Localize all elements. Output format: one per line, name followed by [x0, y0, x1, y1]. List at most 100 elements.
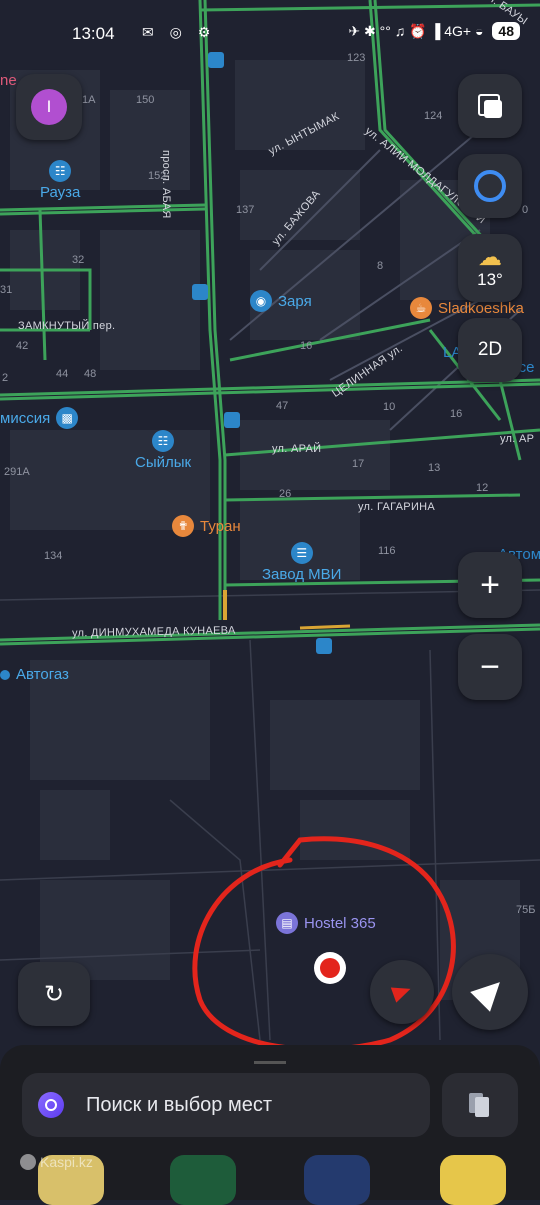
shopping-cart-icon: ☰ — [290, 542, 313, 564]
street-abaya: просп. АБАЯ — [160, 150, 172, 219]
street-zamknuty: ЗАМКНУТЫЙ пер. — [18, 320, 116, 332]
search-bar[interactable]: Поиск и выбор мест — [22, 1073, 430, 1137]
shopping-basket-icon: ☷ — [49, 160, 72, 182]
house-number: 31 — [0, 284, 13, 296]
alice-assistant-button[interactable] — [458, 154, 522, 218]
poi-zarya[interactable]: ◉ Заря — [250, 290, 312, 312]
search-placeholder: Поиск и выбор мест — [86, 1093, 272, 1116]
house-number: 137 — [236, 204, 255, 216]
status-bar: 13:04 ✉ ◎ ⚙ ✈ ✱ °° ♫ ⏰ ▐ 4G+ ◒ 48 — [0, 18, 540, 54]
poi-avtogaz[interactable]: Автогаз — [0, 666, 69, 683]
sheet-handle[interactable] — [254, 1055, 286, 1064]
plus-icon: + — [480, 565, 500, 604]
house-number: 124 — [424, 110, 443, 122]
house-number: 26 — [279, 488, 292, 500]
compass-button[interactable] — [370, 960, 434, 1024]
poi-ne[interactable]: ne — [0, 72, 17, 89]
minus-icon: − — [480, 647, 500, 686]
car-icon: ▩ — [56, 407, 79, 429]
zoom-in-button[interactable]: + — [458, 552, 522, 618]
poi-label: Автогаз — [16, 666, 69, 683]
house-number: 47 — [276, 400, 289, 412]
house-number: 75Б — [516, 904, 536, 916]
house-number: 10 — [383, 401, 396, 413]
bookmark-icon — [469, 1093, 491, 1117]
street-aray-right: ул. АР — [500, 433, 535, 445]
system-icons: ✈ ✱ °° ♫ ⏰ ▐ 4G+ ◒ 48 — [348, 22, 520, 40]
poi-label: Туран — [200, 517, 241, 535]
dock-app-taxi[interactable] — [440, 1155, 506, 1205]
bed-icon: ▤ — [276, 912, 298, 934]
house-number: 42 — [16, 340, 29, 352]
house-number: 0 — [522, 204, 529, 216]
street-aray: ул. АРАЙ — [272, 443, 322, 455]
weather-widget[interactable]: ☁ 13° — [458, 234, 522, 302]
weather-cloud-icon: ☁ — [478, 244, 502, 271]
house-number: 1А — [82, 94, 96, 106]
dock-app-blue[interactable] — [304, 1155, 370, 1205]
watermark-text: Kaspi.kz — [40, 1154, 93, 1170]
weather-temperature: 13° — [477, 270, 503, 289]
bus-stop-icon[interactable] — [316, 638, 332, 654]
kaspi-logo-icon — [20, 1154, 36, 1170]
poi-sylyk[interactable]: ☷ Сыйлык — [135, 430, 191, 471]
house-number: 152 — [148, 170, 167, 182]
avatar: I — [31, 89, 67, 125]
route-button[interactable]: ↻ — [18, 962, 90, 1026]
view-mode-label: 2D — [477, 339, 503, 360]
layers-button[interactable] — [458, 74, 522, 138]
zoom-out-button[interactable]: − — [458, 634, 522, 700]
poi-label: Рауза — [40, 184, 81, 201]
house-number: 48 — [84, 368, 97, 380]
shop-icon: ◉ — [250, 290, 272, 312]
gas-station-icon — [0, 669, 10, 680]
house-number: 16 — [300, 340, 313, 352]
my-location-button[interactable] — [452, 954, 528, 1030]
house-number: 13 — [428, 462, 441, 474]
house-number: 134 — [44, 550, 63, 562]
house-number: 44 — [56, 368, 69, 380]
location-marker[interactable] — [314, 952, 346, 984]
shopping-basket-icon: ☷ — [152, 430, 175, 452]
house-number: 116 — [378, 545, 396, 557]
route-icon: ↻ — [43, 980, 65, 1008]
house-number: 150 — [136, 94, 155, 106]
poi-zavod[interactable]: ☰ Завод МВИ — [262, 542, 341, 583]
poi-label: Сыйлык — [135, 454, 192, 471]
status-time: 13:04 — [72, 24, 115, 43]
poi-hostel[interactable]: ▤ Hostel 365 — [276, 912, 376, 934]
view-mode-toggle[interactable]: 2D — [458, 318, 522, 382]
poi-rauza[interactable]: ☷ Рауза — [40, 160, 80, 201]
street-gagarina: ул. ГАГАРИНА — [358, 501, 436, 513]
alice-icon — [474, 170, 506, 202]
marker-dot — [320, 958, 340, 978]
restaurant-icon: ✟ — [172, 515, 194, 537]
house-number: 16 — [450, 408, 463, 420]
poi-label: миссия — [0, 409, 51, 427]
compass-icon — [390, 981, 414, 1003]
house-number: 12 — [476, 482, 489, 494]
bus-stop-icon[interactable] — [208, 52, 224, 68]
bookmarks-button[interactable] — [442, 1073, 518, 1137]
poi-missiya[interactable]: миссия ▩ — [0, 407, 79, 429]
bus-stop-icon[interactable] — [192, 284, 208, 300]
house-number: 2 — [2, 372, 9, 384]
poi-label: Sladkoeshka — [438, 299, 524, 317]
poi-label: Hostel 365 — [304, 914, 376, 932]
profile-button[interactable]: I — [16, 74, 82, 140]
system-status-icons: ✈ ✱ °° ♫ ⏰ ▐ 4G+ ◒ — [348, 22, 484, 39]
poi-label: ne — [0, 72, 17, 89]
notification-icons: ✉ ◎ ⚙ — [142, 24, 217, 40]
poi-label: Заря — [278, 292, 312, 310]
bus-stop-icon[interactable] — [224, 412, 240, 428]
battery-indicator: 48 — [492, 22, 520, 40]
alice-icon[interactable] — [38, 1092, 64, 1118]
watermark: Kaspi.kz — [20, 1154, 93, 1170]
house-number: 8 — [377, 260, 384, 272]
poi-turan[interactable]: ✟ Туран — [172, 515, 241, 537]
house-number: 291А — [4, 466, 30, 478]
dock-app-green[interactable] — [170, 1155, 236, 1205]
house-number: 17 — [352, 458, 365, 470]
house-number: 32 — [72, 254, 85, 266]
navigation-arrow-icon — [470, 972, 510, 1012]
